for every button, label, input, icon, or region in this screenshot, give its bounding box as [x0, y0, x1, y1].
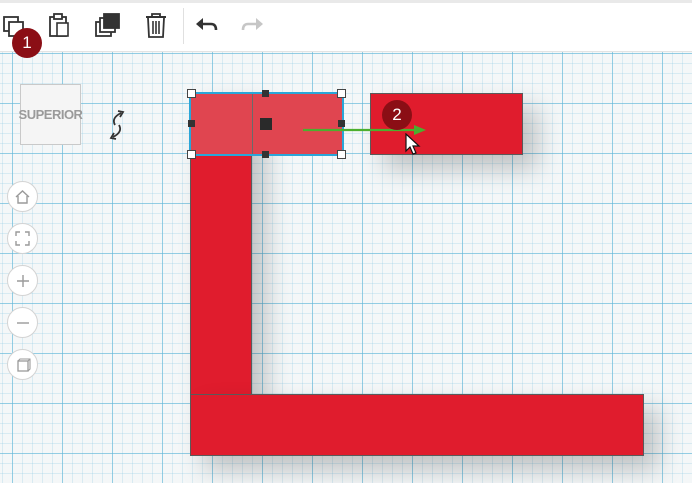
zoom-out-button[interactable]: [7, 307, 38, 338]
home-view-button[interactable]: [7, 181, 38, 212]
ortho-view-button[interactable]: [7, 349, 38, 380]
edge-handle-bottom[interactable]: [262, 151, 269, 158]
zoom-in-button[interactable]: [7, 265, 38, 296]
cube-view-icon: [16, 357, 31, 372]
redo-icon: [241, 18, 263, 31]
edge-handle-left[interactable]: [188, 120, 195, 127]
fit-view-icon: [15, 231, 30, 246]
step-badge-2: 2: [382, 100, 412, 130]
duplicate-button[interactable]: [93, 9, 123, 41]
paste-icon: [49, 13, 69, 37]
view-cube-label: SUPERIOR: [18, 107, 83, 122]
redo-button[interactable]: [238, 9, 268, 41]
undo-icon: [196, 18, 218, 31]
duplicate-icon: [95, 13, 120, 37]
corner-handle-top-left[interactable]: [187, 89, 196, 98]
paste-button[interactable]: [44, 9, 74, 41]
shape-horizontal-bar[interactable]: [190, 394, 644, 456]
edge-handle-top[interactable]: [262, 90, 269, 97]
shape-overlap-edge: [252, 94, 253, 154]
view-cube[interactable]: SUPERIOR: [18, 84, 83, 145]
mouse-cursor-icon: [405, 133, 421, 155]
fit-all-button[interactable]: [7, 223, 38, 254]
home-icon: [15, 189, 30, 204]
toolbar-divider: [183, 8, 184, 44]
toolbar-top-border: [0, 0, 692, 3]
corner-handle-bottom-right[interactable]: [337, 150, 346, 159]
center-handle[interactable]: [260, 118, 272, 130]
undo-button[interactable]: [191, 9, 221, 41]
corner-handle-top-right[interactable]: [337, 89, 346, 98]
minus-icon: [16, 321, 29, 324]
edit-toolbar: [0, 0, 692, 52]
corner-handle-bottom-left[interactable]: [187, 150, 196, 159]
delete-button[interactable]: [141, 9, 171, 41]
trash-icon: [146, 13, 166, 38]
step-badge-1: 1: [12, 28, 42, 58]
plus-icon: [16, 274, 29, 287]
rotate-view-icon[interactable]: [104, 109, 130, 141]
